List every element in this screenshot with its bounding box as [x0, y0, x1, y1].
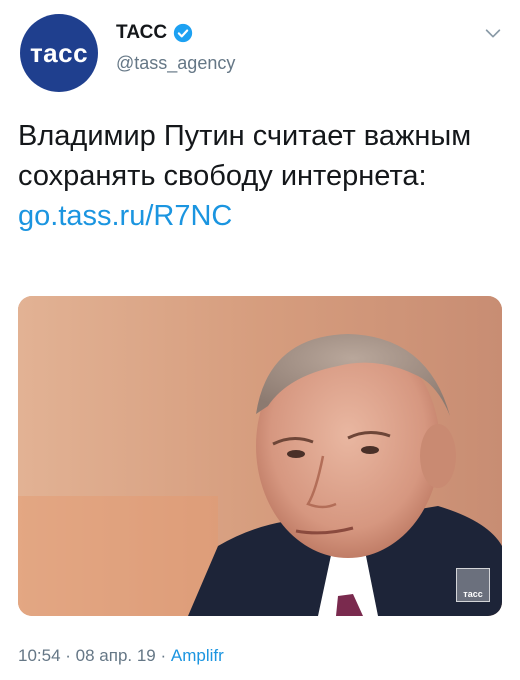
tweet-date[interactable]: 08 апр. 19: [76, 646, 156, 665]
meta-separator: ·: [60, 646, 76, 665]
tweet-media-photo[interactable]: тасс: [18, 296, 502, 616]
tweet-link[interactable]: go.tass.ru/R7NC: [18, 196, 498, 236]
tweet-body: Владимир Путин считает важным сохранять …: [18, 116, 498, 236]
avatar-logo-text: тасс: [29, 37, 89, 68]
photo-image: [18, 296, 502, 616]
account-handle[interactable]: @tass_agency: [116, 53, 235, 74]
watermark-text: тасс: [463, 589, 483, 599]
tweet-text: Владимир Путин считает важным сохранять …: [18, 120, 472, 192]
display-name[interactable]: ТАСС: [116, 22, 167, 44]
tweet-meta: 10:54 · 08 апр. 19 · Amplifr: [18, 646, 224, 666]
account-names[interactable]: ТАСС @tass_agency: [116, 22, 235, 74]
display-name-row: ТАСС: [116, 22, 235, 44]
tweet-card: тасс ТАСС @tass_agency Владимир Путин сч…: [0, 0, 520, 680]
tweet-time[interactable]: 10:54: [18, 646, 61, 665]
tweet-header: тасс ТАСС @tass_agency: [18, 12, 508, 92]
meta-separator-2: ·: [155, 646, 171, 665]
verified-badge-icon: [173, 23, 193, 43]
chevron-down-icon[interactable]: [482, 22, 504, 44]
tweet-source-link[interactable]: Amplifr: [171, 646, 224, 665]
avatar[interactable]: тасс: [20, 14, 98, 92]
media-watermark: тасс: [456, 568, 490, 602]
